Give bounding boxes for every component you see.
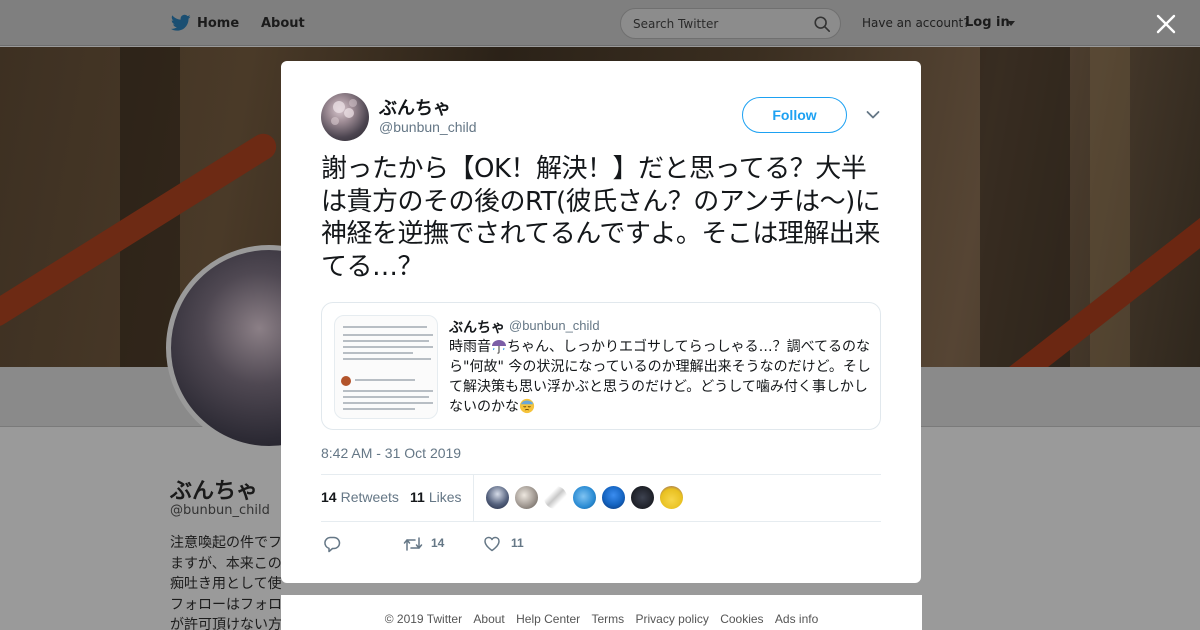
quoted-tweet-image[interactable] bbox=[334, 315, 438, 419]
stats-separator bbox=[473, 475, 474, 521]
close-icon[interactable] bbox=[1155, 13, 1177, 35]
retweets-count: 14 bbox=[321, 489, 337, 505]
like-count: 11 bbox=[511, 536, 524, 550]
have-account-text: Have an account? bbox=[862, 16, 970, 30]
footer-link-about[interactable]: About bbox=[473, 612, 504, 626]
divider bbox=[321, 521, 881, 522]
profile-name: ぶんちゃ bbox=[170, 479, 259, 504]
footer-link-help-center[interactable]: Help Center bbox=[516, 612, 580, 626]
tweet-modal: ぶんちゃ @bunbun_child Follow 謝ったから【OK！解決！】だ… bbox=[281, 61, 921, 583]
liker-avatar[interactable] bbox=[659, 485, 684, 510]
twitter-bird-icon[interactable] bbox=[171, 14, 191, 32]
umbrella-rain-emoji-icon bbox=[492, 340, 506, 354]
retweet-icon[interactable] bbox=[403, 535, 423, 553]
footer-copyright: © 2019 Twitter bbox=[384, 612, 463, 626]
retweets-stat[interactable]: 14 Retweets bbox=[321, 489, 399, 505]
retweets-label: Retweets bbox=[340, 489, 399, 505]
quoted-author-handle: @bunbun_child bbox=[509, 318, 600, 333]
quoted-tweet-text: 時雨音 ちゃん、しっかりエゴサしてらっしゃる…？調べてるのなら"何故" 今の状況に… bbox=[449, 337, 871, 417]
likes-stat[interactable]: 11 Likes bbox=[410, 489, 462, 505]
top-navigation-bar: Home About Have an account? Log in bbox=[0, 0, 1200, 46]
liker-avatar[interactable] bbox=[514, 485, 539, 510]
liker-avatar[interactable] bbox=[630, 485, 655, 510]
footer-link-ads-info[interactable]: Ads info bbox=[775, 612, 818, 626]
heart-icon[interactable] bbox=[483, 535, 501, 553]
tweet-timestamp[interactable]: 8:42 AM - 31 Oct 2019 bbox=[321, 445, 461, 461]
retweet-count: 14 bbox=[431, 536, 445, 550]
quoted-author-name: ぶんちゃ bbox=[449, 320, 505, 336]
quoted-text-main: ちゃん、しっかりエゴサしてらっしゃる…？調べてるのなら"何故" 今の状況になって… bbox=[449, 339, 871, 415]
login-link[interactable]: Log in bbox=[965, 15, 1010, 30]
footer: © 2019 Twitter About Help Center Terms P… bbox=[281, 595, 922, 630]
nav-about-link[interactable]: About bbox=[261, 16, 305, 31]
footer-link-cookies[interactable]: Cookies bbox=[720, 612, 763, 626]
search-box[interactable] bbox=[620, 8, 841, 39]
quoted-tweet[interactable]: ぶんちゃ @bunbun_child 時雨音 ちゃん、しっかりエゴサしてらっしゃる… bbox=[321, 302, 881, 430]
author-handle[interactable]: @bunbun_child bbox=[379, 119, 477, 135]
nav-home-link[interactable]: Home bbox=[197, 16, 239, 31]
liker-avatar[interactable] bbox=[601, 485, 626, 510]
liker-avatar[interactable] bbox=[485, 485, 510, 510]
search-icon[interactable] bbox=[813, 15, 831, 33]
likes-label: Likes bbox=[428, 489, 462, 505]
author-avatar[interactable] bbox=[321, 93, 369, 141]
quoted-text-start: 時雨音 bbox=[449, 339, 491, 355]
sleepy-sweat-face-emoji-icon bbox=[519, 398, 535, 414]
search-input[interactable] bbox=[633, 15, 803, 33]
reply-icon[interactable] bbox=[323, 535, 341, 553]
tweet-text: 謝ったから【OK！解決！】だと思ってる？大半は貴方のその後のRT(彼氏さん？のア… bbox=[321, 154, 881, 282]
author-name[interactable]: ぶんちゃ bbox=[379, 94, 451, 120]
footer-link-terms[interactable]: Terms bbox=[591, 612, 624, 626]
liker-avatar[interactable] bbox=[572, 485, 597, 510]
footer-link-privacy[interactable]: Privacy policy bbox=[636, 612, 709, 626]
login-caret-icon[interactable] bbox=[1007, 21, 1015, 26]
divider bbox=[321, 474, 881, 475]
likes-count: 11 bbox=[410, 489, 425, 505]
profile-handle: @bunbun_child bbox=[170, 503, 270, 518]
follow-button[interactable]: Follow bbox=[742, 97, 847, 133]
liker-avatar[interactable] bbox=[543, 485, 568, 510]
chevron-down-icon[interactable] bbox=[866, 110, 880, 120]
